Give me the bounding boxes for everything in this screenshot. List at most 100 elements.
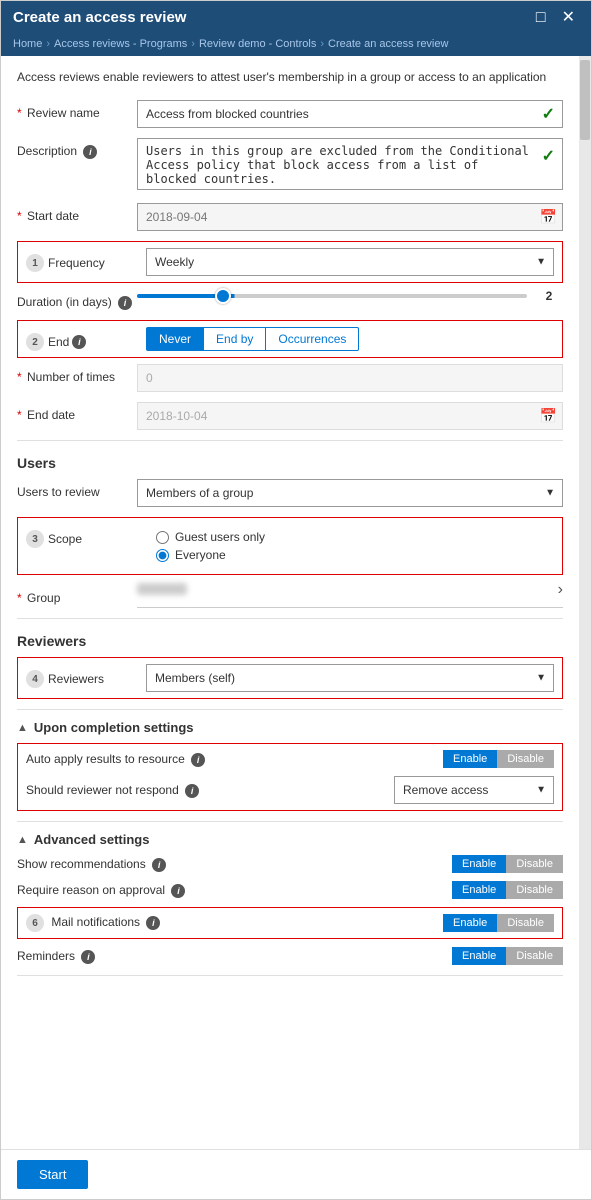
require-reason-enable-btn[interactable]: Enable [452, 881, 506, 899]
number-of-times-label: * Number of times [17, 364, 137, 384]
group-value-text [137, 583, 558, 598]
require-reason-label: Require reason on approval i [17, 883, 452, 898]
divider-4 [17, 821, 563, 822]
breadcrumb-controls[interactable]: Review demo - Controls [199, 38, 316, 50]
scope-radio-group: Guest users only Everyone [146, 524, 554, 568]
reminders-disable-btn[interactable]: Disable [506, 947, 563, 965]
bottom-bar: Start [1, 1149, 591, 1199]
review-name-input[interactable] [137, 100, 563, 128]
frequency-section: 1 Frequency Weekly ▼ [17, 241, 563, 283]
frequency-control: Weekly ▼ [146, 248, 554, 276]
minimize-button[interactable]: □ [532, 10, 550, 26]
end-control: Never End by Occurrences [146, 327, 554, 351]
group-nav-arrow[interactable]: › [558, 581, 563, 599]
scope-row: 3 Scope Guest users only Everyone [26, 524, 554, 568]
advanced-header[interactable]: ▲ Advanced settings [17, 832, 563, 847]
reminders-row: Reminders i Enable Disable [17, 947, 563, 965]
description-valid-icon: ✓ [542, 146, 555, 166]
auto-apply-info-icon[interactable]: i [191, 753, 205, 767]
completion-header[interactable]: ▲ Upon completion settings [17, 720, 563, 735]
duration-row: Duration (in days) i 2 [17, 289, 563, 310]
form-area: Access reviews enable reviewers to attes… [1, 56, 579, 1149]
start-button[interactable]: Start [17, 1160, 88, 1189]
mail-info-icon[interactable]: i [146, 916, 160, 930]
end-endby-btn[interactable]: End by [204, 327, 266, 351]
not-respond-info-icon[interactable]: i [185, 784, 199, 798]
reminders-info-icon[interactable]: i [81, 950, 95, 964]
auto-apply-disable-btn[interactable]: Disable [497, 750, 554, 768]
require-reason-disable-btn[interactable]: Disable [506, 881, 563, 899]
scrollbar-thumb[interactable] [580, 60, 590, 140]
end-never-btn[interactable]: Never [146, 327, 204, 351]
scope-label: 3 Scope [26, 524, 146, 548]
duration-slider-thumb[interactable] [215, 288, 231, 304]
group-label: * Group [17, 585, 137, 605]
mail-disable-btn[interactable]: Disable [497, 914, 554, 932]
scope-everyone-option[interactable]: Everyone [156, 548, 544, 562]
scope-everyone-radio[interactable] [156, 549, 169, 562]
completion-section-border: Auto apply results to resource i Enable … [17, 743, 563, 811]
group-row: * Group › [17, 581, 563, 608]
divider-1 [17, 440, 563, 441]
start-date-input[interactable] [137, 203, 563, 231]
scope-guest-radio[interactable] [156, 531, 169, 544]
not-respond-label: Should reviewer not respond i [26, 783, 394, 798]
reviewers-section-header: Reviewers [17, 633, 563, 649]
divider-5 [17, 975, 563, 976]
title-bar-controls: □ ✕ [532, 10, 579, 26]
reviewers-select[interactable]: Members (self) [146, 664, 554, 692]
end-date-control: 📅 [137, 402, 563, 430]
breadcrumb-sep3: › [320, 38, 324, 50]
duration-info-icon[interactable]: i [118, 296, 132, 310]
breadcrumb-programs[interactable]: Access reviews - Programs [54, 38, 187, 50]
close-button[interactable]: ✕ [558, 10, 579, 26]
scope-section: 3 Scope Guest users only Everyone [17, 517, 563, 575]
step1-badge: 1 [26, 254, 44, 272]
breadcrumb-sep2: › [191, 38, 195, 50]
users-section-header: Users [17, 455, 563, 471]
mail-enable-btn[interactable]: Enable [443, 914, 497, 932]
number-of-times-control [137, 364, 563, 392]
breadcrumb: Home › Access reviews - Programs › Revie… [1, 34, 591, 56]
show-rec-info-icon[interactable]: i [152, 858, 166, 872]
mail-toggle: Enable Disable [443, 914, 554, 932]
section-description: Access reviews enable reviewers to attes… [17, 68, 563, 86]
end-date-input [137, 402, 563, 430]
show-rec-enable-btn[interactable]: Enable [452, 855, 506, 873]
description-info-icon[interactable]: i [83, 145, 97, 159]
end-date-label: * End date [17, 402, 137, 422]
frequency-select[interactable]: Weekly [146, 248, 554, 276]
scope-guest-option[interactable]: Guest users only [156, 530, 544, 544]
start-date-calendar-icon: 📅 [540, 209, 557, 226]
number-of-times-row: * Number of times [17, 364, 563, 392]
description-textarea[interactable]: Users in this group are excluded from th… [137, 138, 563, 190]
reviewers-section-border: 4 Reviewers Members (self) ▼ [17, 657, 563, 699]
show-rec-disable-btn[interactable]: Disable [506, 855, 563, 873]
reviewers-control: Members (self) ▼ [146, 664, 554, 692]
reminders-enable-btn[interactable]: Enable [452, 947, 506, 965]
start-date-row: * Start date 📅 [17, 203, 563, 231]
end-section: 2 End i Never End by Occurrences [17, 320, 563, 358]
end-info-icon[interactable]: i [72, 335, 86, 349]
duration-label: Duration (in days) i [17, 289, 137, 310]
breadcrumb-home[interactable]: Home [13, 38, 42, 50]
users-to-review-row: Users to review Members of a group ▼ [17, 479, 563, 507]
reviewers-row: 4 Reviewers Members (self) ▼ [26, 664, 554, 692]
scrollbar[interactable] [579, 56, 591, 1149]
require-reason-info-icon[interactable]: i [171, 884, 185, 898]
review-name-row: * Review name ✓ [17, 100, 563, 128]
number-of-times-input [137, 364, 563, 392]
users-to-review-control: Members of a group ▼ [137, 479, 563, 507]
auto-apply-enable-btn[interactable]: Enable [443, 750, 497, 768]
end-occurrences-btn[interactable]: Occurrences [266, 327, 359, 351]
mail-notifications-row: 6 Mail notifications i Enable Disable [26, 914, 554, 932]
step4-badge: 4 [26, 670, 44, 688]
not-respond-select[interactable]: Remove access [394, 776, 554, 804]
breadcrumb-current: Create an access review [328, 38, 448, 50]
step3-badge: 3 [26, 530, 44, 548]
scope-control: Guest users only Everyone [146, 524, 554, 568]
duration-slider-track[interactable] [137, 294, 527, 298]
show-recommendations-label: Show recommendations i [17, 857, 452, 872]
users-to-review-select[interactable]: Members of a group [137, 479, 563, 507]
not-respond-control: Remove access ▼ [394, 776, 554, 804]
